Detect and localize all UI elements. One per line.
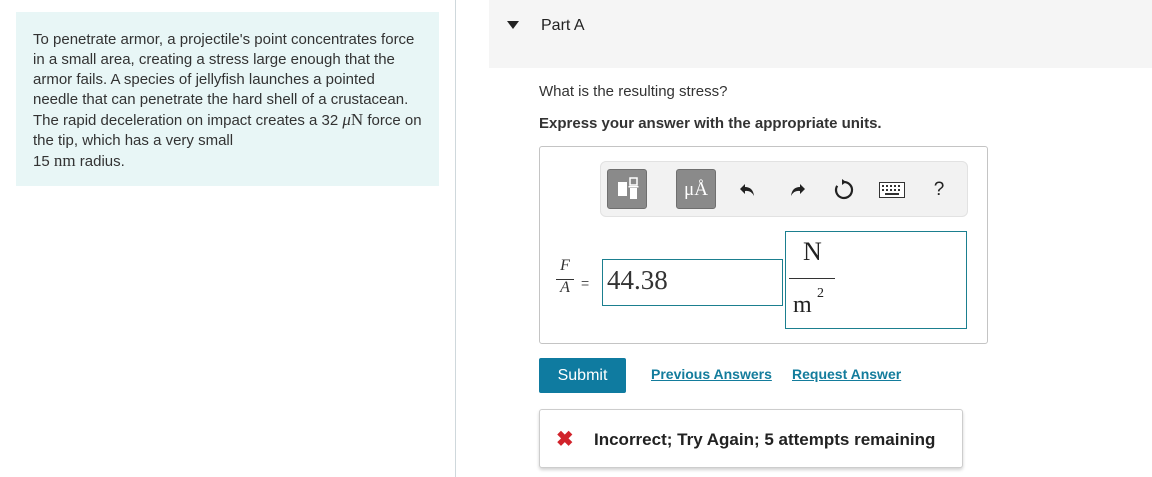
problem-statement: To penetrate armor, a projectile's point…	[16, 12, 439, 186]
collapse-caret-icon[interactable]	[507, 21, 519, 29]
unit-denominator: m	[793, 292, 812, 318]
instruction-text: Express your answer with the appropriate…	[539, 115, 882, 132]
error-icon: ✖	[556, 428, 574, 451]
radius-unit: nm	[53, 151, 76, 170]
units-button[interactable]: μÅ	[676, 169, 716, 209]
lhs-fraction: F A	[556, 257, 574, 297]
equals-sign: =	[581, 275, 590, 291]
value-input[interactable]: 44.38	[602, 259, 783, 306]
unit-numerator: N	[803, 237, 822, 266]
radius-value: 15	[33, 153, 50, 170]
force-unit: μN	[342, 110, 364, 129]
unit-fraction-bar	[789, 278, 835, 279]
undo-icon[interactable]	[734, 176, 762, 204]
column-divider	[455, 0, 456, 477]
question-text: What is the resulting stress?	[539, 83, 728, 100]
keyboard-icon[interactable]	[877, 176, 907, 204]
previous-answers-link[interactable]: Previous Answers	[651, 366, 772, 382]
part-header[interactable]	[489, 0, 1152, 68]
problem-text-3: radius.	[75, 153, 125, 170]
help-icon[interactable]: ?	[925, 176, 953, 204]
feedback-text: Incorrect; Try Again; 5 attempts remaini…	[594, 430, 936, 449]
request-answer-link[interactable]: Request Answer	[792, 366, 901, 382]
redo-icon[interactable]	[783, 176, 811, 204]
unit-exponent: 2	[817, 286, 824, 301]
part-title[interactable]: Part A	[541, 17, 585, 35]
submit-button[interactable]: Submit	[539, 358, 626, 393]
reset-icon[interactable]	[830, 176, 858, 204]
templates-icon	[618, 177, 639, 199]
lhs-numerator: F	[560, 257, 570, 274]
fraction-bar	[556, 279, 574, 280]
force-value: 32	[321, 112, 339, 129]
templates-button[interactable]	[607, 169, 647, 209]
lhs-denominator: A	[560, 279, 570, 296]
